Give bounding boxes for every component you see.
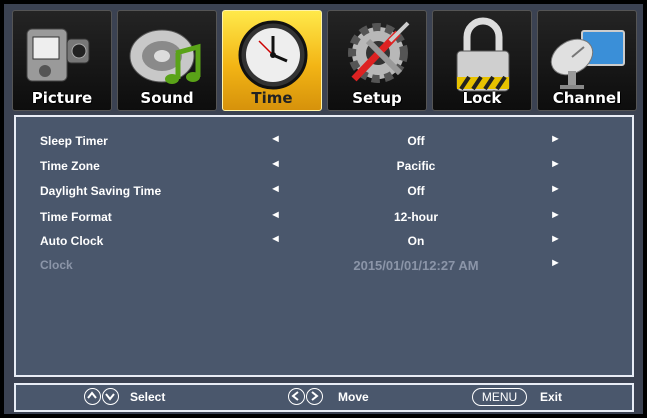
arrow-right-icon[interactable]: ► (550, 209, 561, 221)
setting-value: 2015/01/01/12:27 AM (353, 258, 479, 273)
setting-row-clock: Clock 2015/01/01/12:27 AM ► (16, 254, 632, 276)
setting-label: Time Zone (40, 159, 100, 173)
setting-label: Time Format (40, 210, 112, 224)
time-settings-panel: Sleep Timer ◄ Off ► Time Zone ◄ Pacific … (14, 115, 634, 377)
tab-picture[interactable]: Picture (12, 10, 112, 111)
tv-osd-menu: Picture Sound Time Setup Lock Channel Sl… (4, 4, 643, 414)
setting-value: Off (407, 134, 425, 148)
exit-hint: Exit (540, 390, 563, 404)
arrow-right-icon[interactable]: ► (550, 183, 561, 195)
select-hint: Select (130, 390, 166, 404)
tab-sound[interactable]: Sound (117, 10, 217, 111)
setting-label: Auto Clock (40, 234, 104, 248)
arrow-left-icon[interactable]: ◄ (270, 209, 281, 221)
setting-label: Clock (40, 258, 73, 272)
setting-row-sleep-timer[interactable]: Sleep Timer ◄ Off ► (16, 130, 632, 152)
key-help-bar: Select Move MENU Exit (14, 383, 634, 412)
setting-label: Sleep Timer (40, 134, 108, 148)
setting-value: On (407, 234, 425, 248)
arrow-right-icon[interactable]: ► (550, 257, 561, 269)
arrow-right-icon[interactable]: ► (550, 233, 561, 245)
tab-channel[interactable]: Channel (537, 10, 637, 111)
tab-setup[interactable]: Setup (327, 10, 427, 111)
setting-value: Off (407, 184, 425, 198)
menu-key-icon: MENU (472, 388, 527, 406)
arrow-right-icon[interactable]: ► (550, 133, 561, 145)
tab-label: Lock (462, 89, 502, 107)
tab-time[interactable]: Time (222, 10, 322, 111)
menu-tab-bar: Picture Sound Time Setup Lock Channel (4, 4, 643, 114)
setting-row-time-format[interactable]: Time Format ◄ 12-hour ► (16, 206, 632, 228)
setting-value: Pacific (396, 159, 436, 173)
setting-value: 12-hour (393, 210, 438, 224)
up-key-icon (84, 388, 101, 405)
arrow-left-icon[interactable]: ◄ (270, 158, 281, 170)
tab-lock[interactable]: Lock (432, 10, 532, 111)
arrow-right-icon[interactable]: ► (550, 158, 561, 170)
setting-label: Daylight Saving Time (40, 184, 162, 198)
setting-row-daylight-saving-time[interactable]: Daylight Saving Time ◄ Off ► (16, 180, 632, 202)
arrow-left-icon[interactable]: ◄ (270, 133, 281, 145)
tab-label: Time (251, 89, 293, 107)
right-key-icon (306, 388, 323, 405)
arrow-left-icon[interactable]: ◄ (270, 233, 281, 245)
tab-label: Setup (352, 89, 402, 107)
left-key-icon (288, 388, 305, 405)
down-key-icon (102, 388, 119, 405)
setting-row-time-zone[interactable]: Time Zone ◄ Pacific ► (16, 155, 632, 177)
tab-label: Picture (31, 89, 93, 107)
arrow-left-icon[interactable]: ◄ (270, 183, 281, 195)
setting-row-auto-clock[interactable]: Auto Clock ◄ On ► (16, 230, 632, 252)
tab-label: Channel (552, 89, 622, 107)
move-hint: Move (338, 390, 369, 404)
tab-label: Sound (140, 89, 194, 107)
